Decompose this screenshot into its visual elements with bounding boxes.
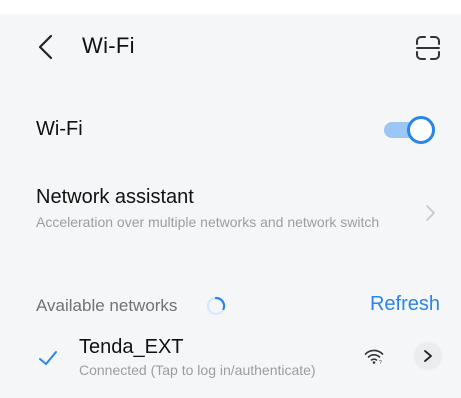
- wifi-toggle-switch[interactable]: [384, 116, 436, 144]
- qr-scan-icon: [416, 36, 440, 60]
- back-button[interactable]: [36, 34, 56, 60]
- wifi-toggle-label: Wi-Fi: [36, 118, 83, 140]
- svg-text:?: ?: [379, 360, 382, 365]
- chevron-right-icon: [426, 205, 435, 221]
- network-assistant-row[interactable]: Network assistant Acceleration over mult…: [0, 178, 461, 250]
- scan-button[interactable]: [414, 34, 442, 62]
- checkmark-icon: [39, 351, 57, 365]
- page-title: Wi-Fi: [82, 33, 135, 58]
- wifi-settings-screen: Wi-Fi Wi-Fi Network assistant Accelerati…: [0, 0, 461, 398]
- chevron-left-icon: [38, 34, 53, 60]
- wifi-signal-icon: ?: [364, 349, 384, 365]
- network-item-tenda-ext[interactable]: Tenda_EXT Connected (Tap to log in/authe…: [0, 334, 461, 386]
- network-status: Connected (Tap to log in/authenticate): [79, 362, 316, 378]
- network-details-button[interactable]: [414, 342, 442, 370]
- chevron-right-icon: [424, 350, 432, 362]
- network-assistant-title: Network assistant: [36, 186, 194, 208]
- available-networks-label: Available networks: [36, 296, 178, 315]
- available-networks-header: Available networks Refresh: [0, 288, 461, 322]
- network-assistant-description: Acceleration over multiple networks and …: [36, 214, 380, 230]
- wifi-toggle-row: Wi-Fi: [0, 100, 461, 160]
- network-ssid: Tenda_EXT: [79, 336, 184, 358]
- toggle-knob: [407, 116, 435, 144]
- header-bar: Wi-Fi: [0, 14, 461, 74]
- refresh-button[interactable]: Refresh: [370, 293, 440, 316]
- loading-spinner-icon: [206, 296, 226, 316]
- status-bar-area: [0, 0, 461, 14]
